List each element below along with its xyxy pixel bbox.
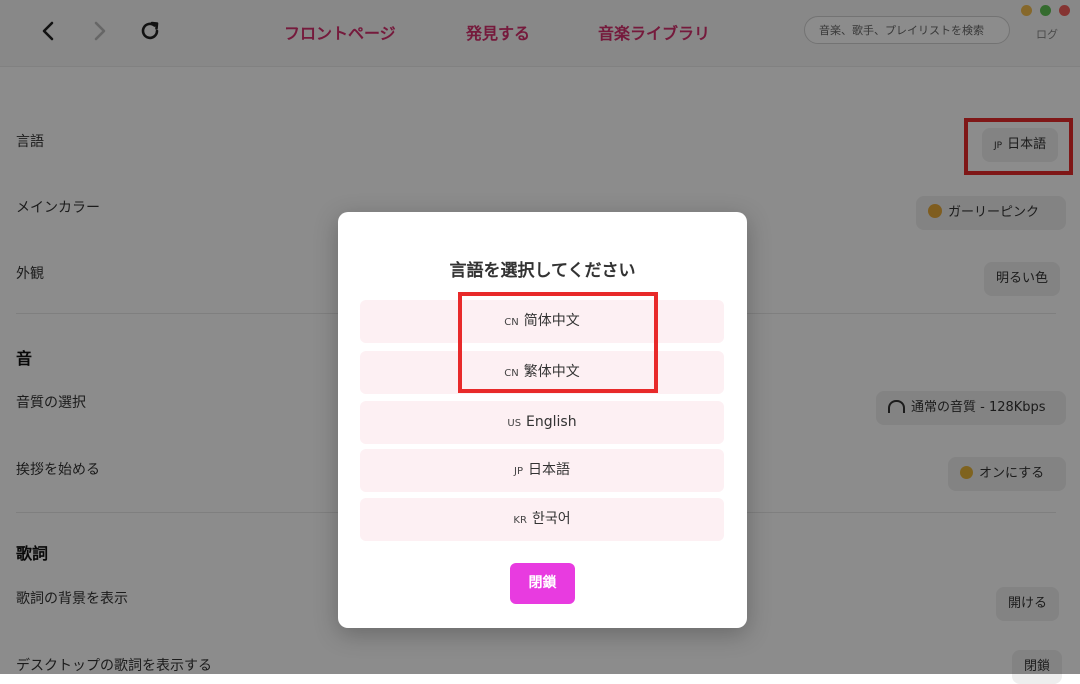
dialog-title: 言語を選択してください [449,261,636,281]
language-dialog: 言語を選択してください CN 简体中文 CN 繁体中文 US English JP 日本… [338,212,747,628]
option-label: English [526,414,577,430]
option-label: 繁体中文 [523,364,580,380]
option-code: CN [504,368,519,379]
close-button[interactable]: 閉鎖 [510,563,575,604]
option-label: 한국어 [531,511,571,527]
language-option-simplified-chinese[interactable]: CN 简体中文 [360,300,724,343]
option-code: CN [504,317,519,328]
language-option-english[interactable]: US English [360,401,724,444]
option-code: KR [513,515,527,526]
option-label: 简体中文 [523,313,580,329]
language-option-traditional-chinese[interactable]: CN 繁体中文 [360,351,724,394]
option-code: JP [514,466,523,477]
language-option-korean[interactable]: KR 한국어 [360,498,724,541]
language-option-japanese[interactable]: JP 日本語 [360,449,724,492]
option-code: US [507,418,522,429]
option-label: 日本語 [527,462,570,478]
